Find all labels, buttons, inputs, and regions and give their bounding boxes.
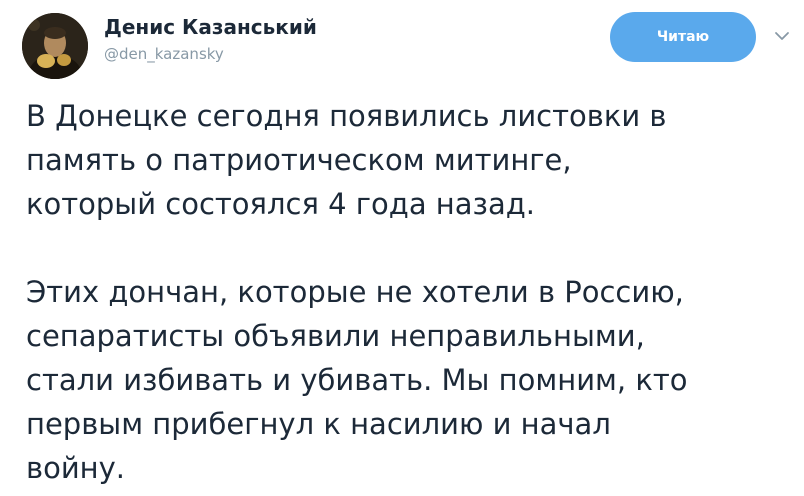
tweet-paragraph: В Донецке сегодня появились листовки в п… [26,99,667,221]
author-name[interactable]: Денис Казанський [104,14,317,40]
avatar[interactable] [22,13,88,79]
author-handle[interactable]: @den_kazansky [104,44,224,64]
avatar-photo [22,13,88,79]
chevron-down-icon[interactable] [772,26,792,46]
tweet-paragraph: Этих дончан, которые не хотели в Россию,… [26,275,688,485]
follow-button[interactable]: Читаю [610,12,756,62]
tweet-text: В Донецке сегодня появились листовки в п… [26,94,786,490]
tweet-card: Денис Казанський @den_kazansky Читаю В Д… [0,0,804,496]
